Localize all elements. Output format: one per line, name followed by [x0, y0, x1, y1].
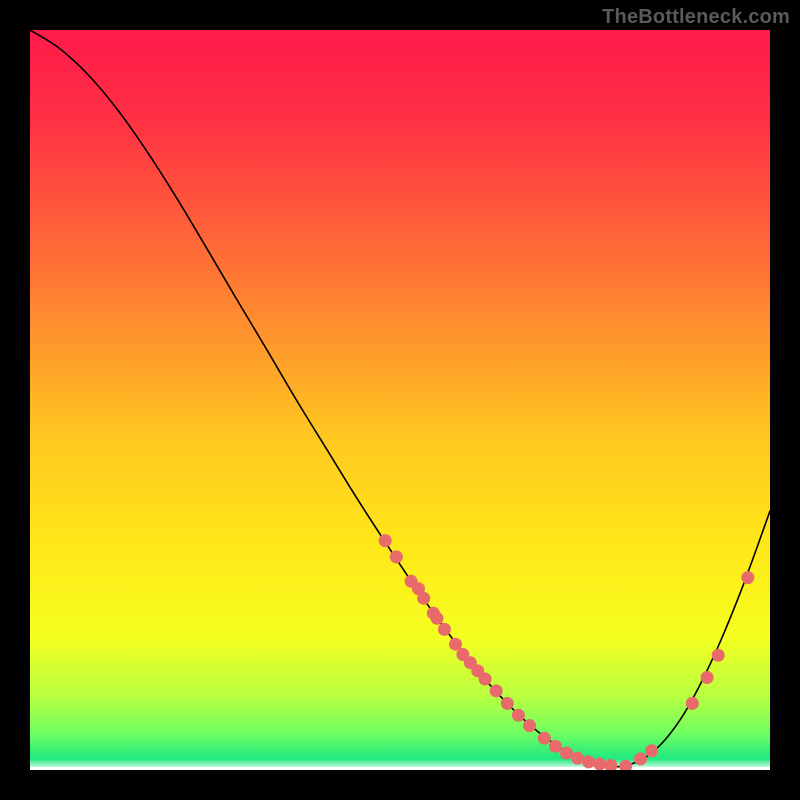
data-point: [379, 534, 392, 547]
data-point: [634, 752, 647, 765]
chart-container: TheBottleneck.com: [0, 0, 800, 800]
data-point: [390, 550, 403, 563]
data-point: [645, 744, 658, 757]
data-point: [431, 612, 444, 625]
data-point: [686, 697, 699, 710]
data-point: [479, 672, 492, 685]
plot-area: [30, 30, 770, 770]
data-point: [712, 649, 725, 662]
data-point: [593, 758, 606, 770]
data-point: [582, 755, 595, 768]
data-point: [560, 746, 573, 759]
data-point: [490, 684, 503, 697]
data-point: [523, 719, 536, 732]
data-point: [538, 732, 551, 745]
data-point: [549, 740, 562, 753]
watermark-text: TheBottleneck.com: [602, 6, 790, 29]
data-point: [417, 592, 430, 605]
baseline-strip: [30, 767, 770, 770]
gradient-background: [30, 30, 770, 770]
data-point: [571, 752, 584, 765]
data-point: [701, 671, 714, 684]
chart-svg: [30, 30, 770, 770]
data-point: [438, 623, 451, 636]
data-point: [741, 571, 754, 584]
data-point: [501, 697, 514, 710]
data-point: [512, 709, 525, 722]
